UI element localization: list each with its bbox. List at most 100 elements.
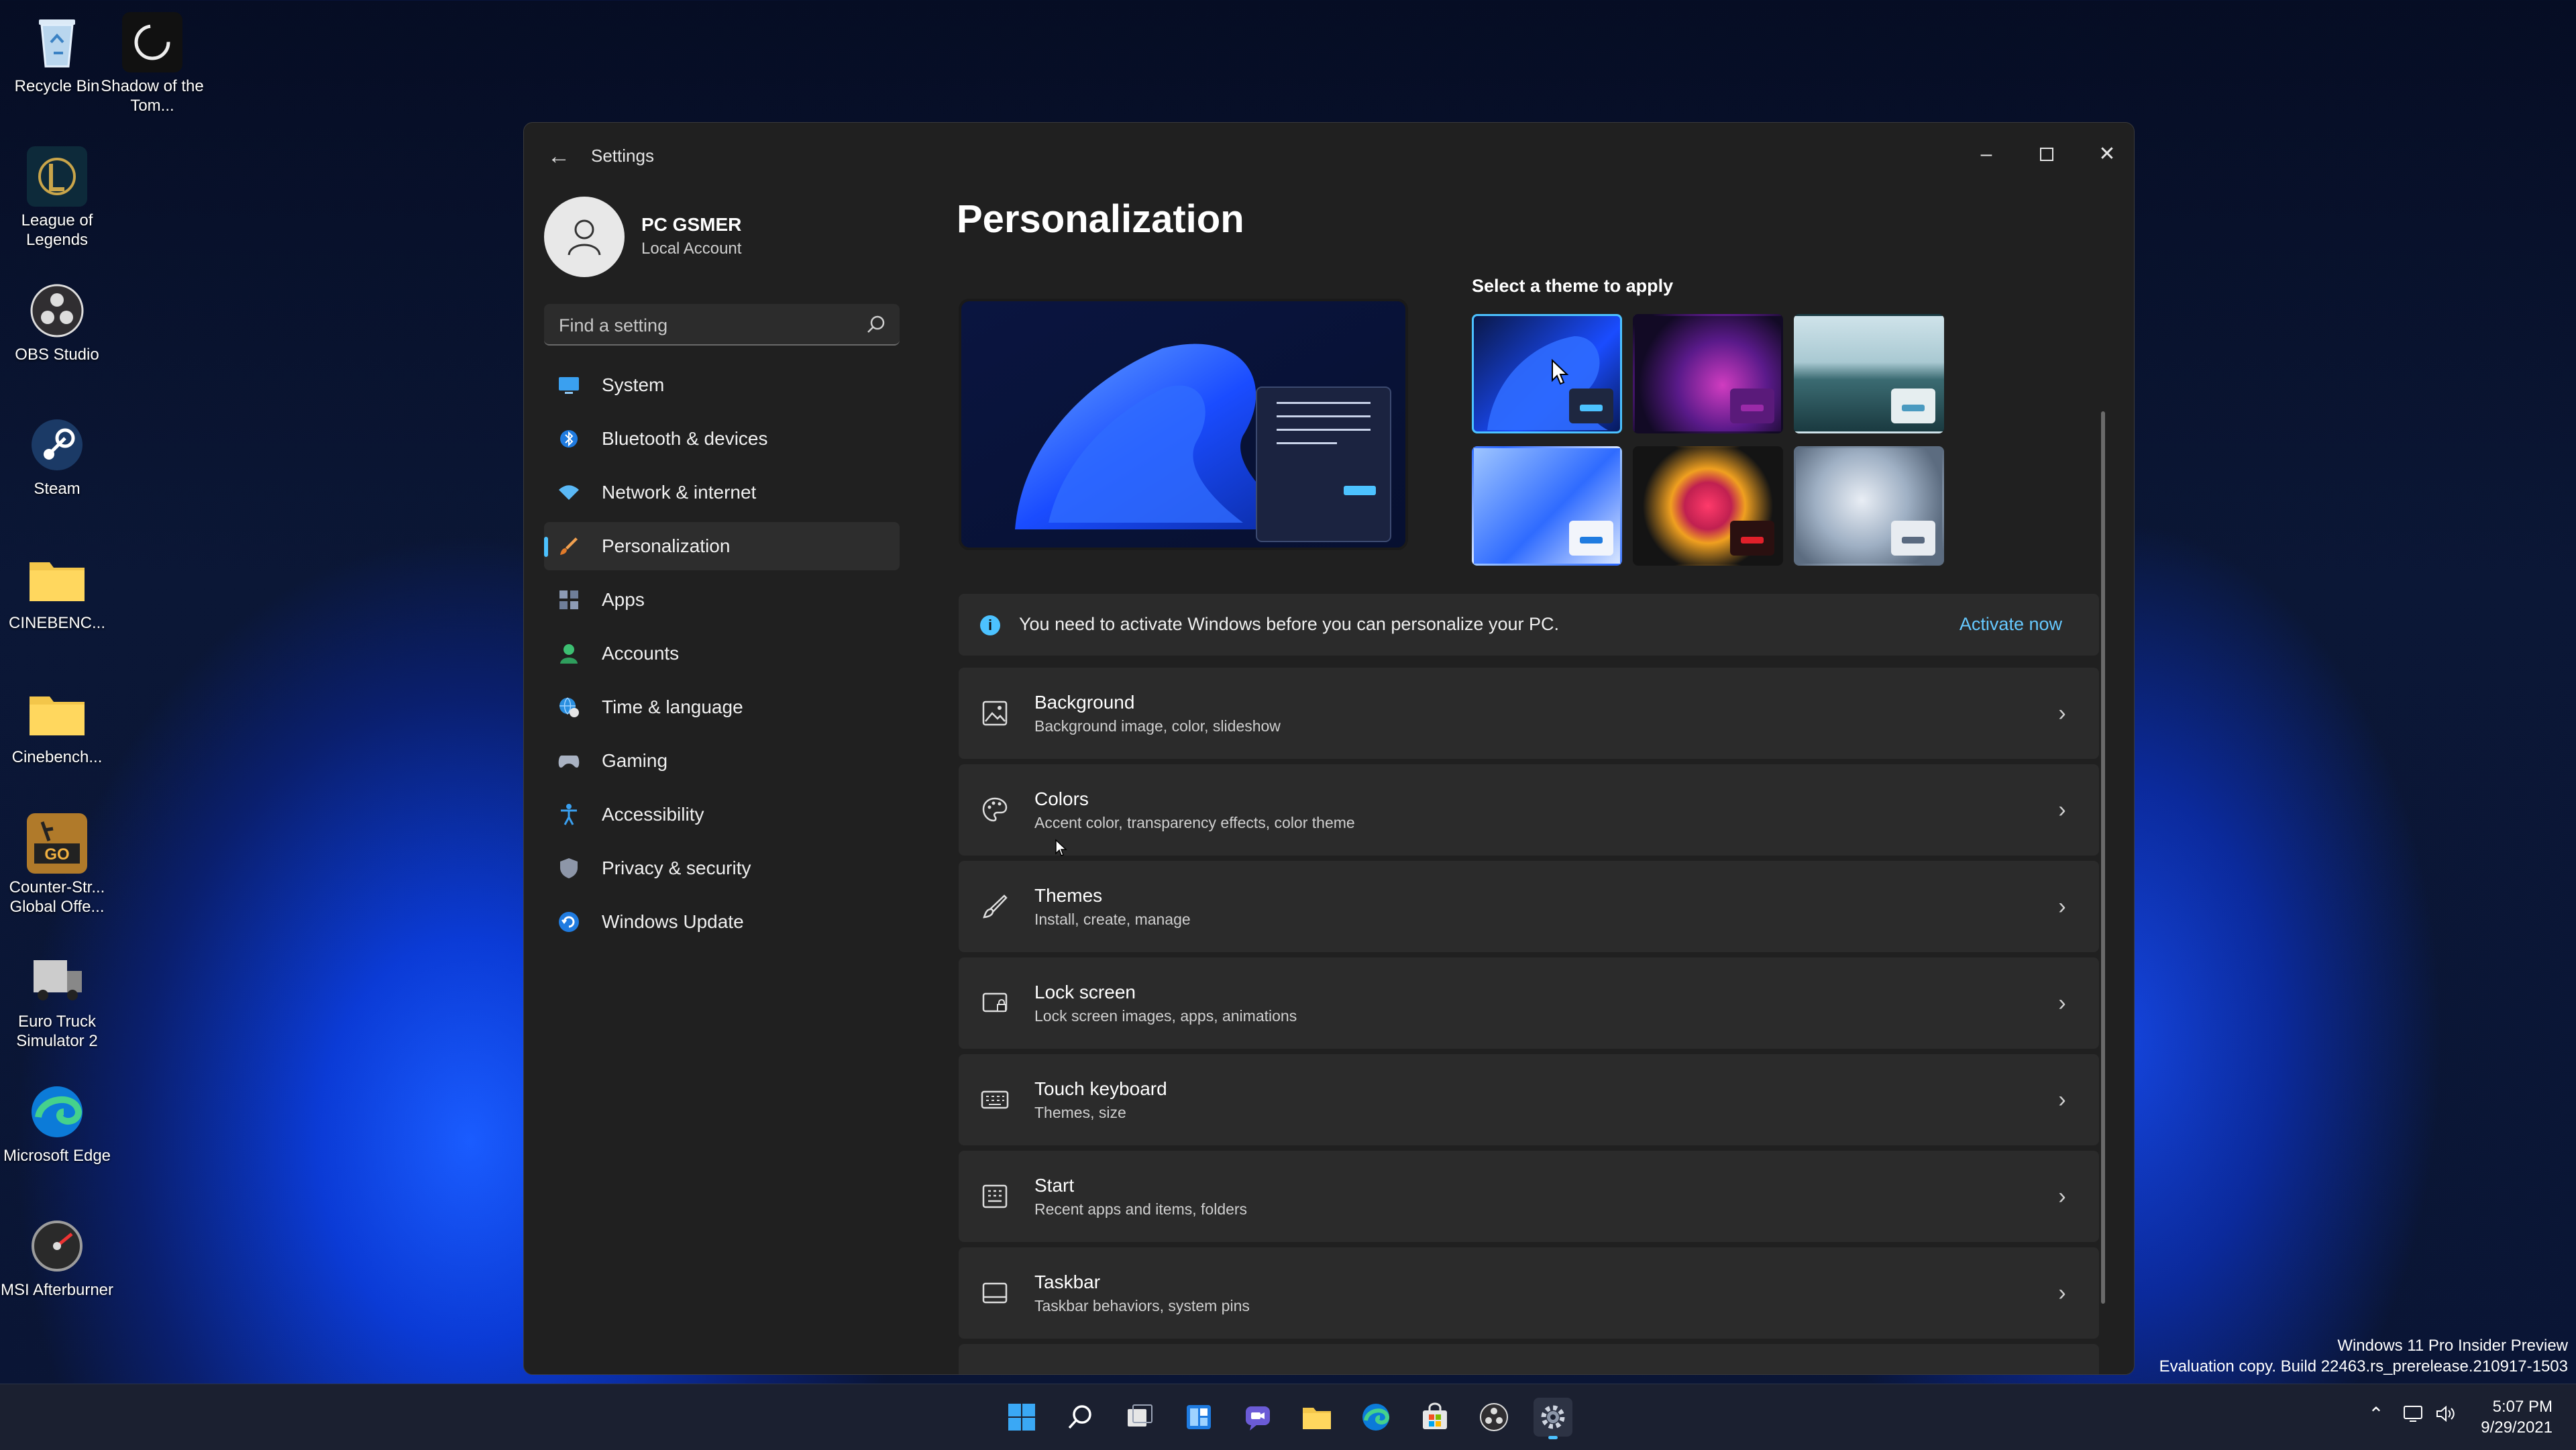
desktop-icon-label: Counter-Str... Global Offe...	[9, 878, 105, 916]
task-view-button[interactable]	[1120, 1398, 1159, 1437]
sidebar-item-bluetooth[interactable]: Bluetooth & devices	[544, 415, 900, 463]
obs-taskbar-button[interactable]	[1474, 1398, 1513, 1437]
desktop-icon-label: League of Legends	[21, 211, 93, 249]
controller-icon	[557, 749, 580, 772]
game-app-icon	[27, 146, 87, 207]
desktop-icon-cinebench-folder-2[interactable]: Cinebench...	[0, 683, 114, 767]
start-button[interactable]	[1002, 1398, 1041, 1437]
desktop-icon-steam[interactable]: Steam	[0, 415, 114, 499]
network-icon[interactable]	[2400, 1400, 2427, 1427]
desktop-icon-msi-afterburner[interactable]: MSI Afterburner	[0, 1216, 114, 1300]
sidebar-item-network[interactable]: Network & internet	[544, 468, 900, 517]
taskbar: ⌃ 5:07 PM 9/29/2021	[0, 1384, 2576, 1450]
system-clock[interactable]: 5:07 PM 9/29/2021	[2481, 1396, 2553, 1438]
apps-icon	[557, 588, 580, 611]
brush-icon	[557, 535, 580, 558]
desktop-icon-cinebench-folder-1[interactable]: CINEBENC...	[0, 549, 114, 633]
theme-mini-window	[1569, 521, 1613, 556]
setting-row-title: Start	[1034, 1175, 1075, 1196]
desktop-icon-euro-truck[interactable]: Euro Truck Simulator 2	[0, 947, 114, 1051]
back-arrow-icon[interactable]: ←	[545, 143, 572, 170]
image-icon	[980, 698, 1010, 728]
chevron-right-icon: ›	[2058, 797, 2066, 823]
store-icon	[1423, 1402, 1447, 1429]
theme-preview	[959, 299, 1408, 550]
setting-row-title: Colors	[1034, 788, 1089, 809]
desktop-icon-shadow-tomb-raider[interactable]: Shadow of the Tom...	[95, 12, 209, 115]
search-input[interactable]	[557, 312, 849, 339]
widgets-button[interactable]	[1179, 1398, 1218, 1437]
search-icon[interactable]	[865, 313, 888, 336]
edge-icon	[27, 1082, 87, 1142]
desktop-icon-obs-studio[interactable]: OBS Studio	[0, 280, 114, 364]
accessibility-icon	[557, 803, 580, 826]
widgets-icon	[1187, 1405, 1211, 1429]
theme-thumbnail-flow[interactable]	[1633, 446, 1783, 566]
desktop-icon-microsoft-edge[interactable]: Microsoft Edge	[0, 1082, 114, 1166]
sidebar-item-privacy[interactable]: Privacy & security	[544, 844, 900, 892]
sidebar-item-system[interactable]: System	[544, 361, 900, 409]
theme-thumbnail-captured-motion[interactable]	[1794, 314, 1944, 433]
info-icon: i	[980, 615, 1000, 635]
theme-mini-window	[1891, 389, 1935, 423]
theme-thumbnail-windows-dark[interactable]	[1472, 314, 1622, 433]
theme-thumbnail-windows-light[interactable]	[1472, 446, 1622, 566]
file-explorer-button[interactable]	[1297, 1398, 1336, 1437]
setting-row-partial[interactable]	[959, 1344, 2099, 1374]
settings-window: ← Settings – ✕ PC GSMER Local Account Sy…	[523, 122, 2135, 1375]
store-button[interactable]	[1415, 1398, 1454, 1437]
search-icon	[1068, 1405, 1091, 1429]
activate-now-link[interactable]: Activate now	[1960, 614, 2062, 635]
mouse-cursor-icon	[1552, 359, 1569, 385]
chevron-right-icon: ›	[2058, 990, 2066, 1016]
edge-icon	[1362, 1404, 1390, 1431]
volume-icon[interactable]	[2432, 1400, 2459, 1427]
setting-row-colors[interactable]: Colors Accent color, transparency effect…	[959, 764, 2099, 856]
sidebar-item-label: Accounts	[602, 643, 680, 664]
settings-taskbar-button[interactable]	[1534, 1398, 1572, 1439]
chevron-up-icon[interactable]: ⌃	[2363, 1400, 2390, 1427]
setting-row-start[interactable]: Start Recent apps and items, folders ›	[959, 1151, 2099, 1242]
sidebar-item-time-language[interactable]: Time & language	[544, 683, 900, 731]
shield-icon	[557, 857, 580, 880]
clock-date: 9/29/2021	[2481, 1418, 2553, 1437]
desktop-icon-label: Euro Truck Simulator 2	[16, 1013, 98, 1050]
sidebar-item-accounts[interactable]: Accounts	[544, 629, 900, 678]
sidebar-item-windows-update[interactable]: Windows Update	[544, 898, 900, 946]
window-title: Settings	[591, 146, 654, 166]
setting-row-background[interactable]: Background Background image, color, slid…	[959, 668, 2099, 759]
search-box	[544, 304, 900, 346]
chat-button[interactable]	[1238, 1398, 1277, 1437]
chevron-right-icon: ›	[2058, 1280, 2066, 1306]
sidebar-item-apps[interactable]: Apps	[544, 576, 900, 624]
theme-mini-window	[1730, 521, 1774, 556]
active-indicator	[1548, 1436, 1558, 1439]
theme-mini-window	[1891, 521, 1935, 556]
watermark-build: Evaluation copy. Build 22463.rs_prerelea…	[2159, 1357, 2568, 1376]
sidebar-item-gaming[interactable]: Gaming	[544, 737, 900, 785]
recycle-bin-icon	[27, 12, 87, 72]
desktop-icon-league-of-legends[interactable]: League of Legends	[0, 146, 114, 250]
setting-row-touch-keyboard[interactable]: Touch keyboard Themes, size ›	[959, 1054, 2099, 1145]
obs-icon	[1480, 1403, 1508, 1431]
user-profile[interactable]: PC GSMER Local Account	[544, 197, 893, 291]
setting-row-title: Background	[1034, 692, 1135, 713]
svg-text:GO: GO	[44, 845, 69, 864]
activation-message: You need to activate Windows before you …	[1019, 614, 1559, 634]
sidebar-item-accessibility[interactable]: Accessibility	[544, 790, 900, 839]
csgo-icon: GO	[27, 813, 87, 874]
setting-row-themes[interactable]: Themes Install, create, manage ›	[959, 861, 2099, 952]
sidebar-item-personalization[interactable]: Personalization	[544, 522, 900, 570]
setting-row-taskbar[interactable]: Taskbar Taskbar behaviors, system pins ›	[959, 1247, 2099, 1339]
theme-thumbnail-glow[interactable]	[1633, 314, 1783, 433]
setting-row-subtitle: Taskbar behaviors, system pins	[1034, 1297, 1250, 1314]
msi-afterburner-icon	[27, 1216, 87, 1276]
globe-clock-icon	[557, 696, 580, 719]
taskbar-search-button[interactable]	[1061, 1398, 1100, 1437]
setting-row-lock-screen[interactable]: Lock screen Lock screen images, apps, an…	[959, 957, 2099, 1049]
scrollbar[interactable]	[2101, 411, 2105, 1304]
edge-taskbar-button[interactable]	[1356, 1398, 1395, 1437]
theme-thumbnail-sunrise[interactable]	[1794, 446, 1944, 566]
chevron-right-icon: ›	[2058, 1087, 2066, 1112]
desktop-icon-counter-strike[interactable]: GO Counter-Str... Global Offe...	[0, 813, 114, 917]
